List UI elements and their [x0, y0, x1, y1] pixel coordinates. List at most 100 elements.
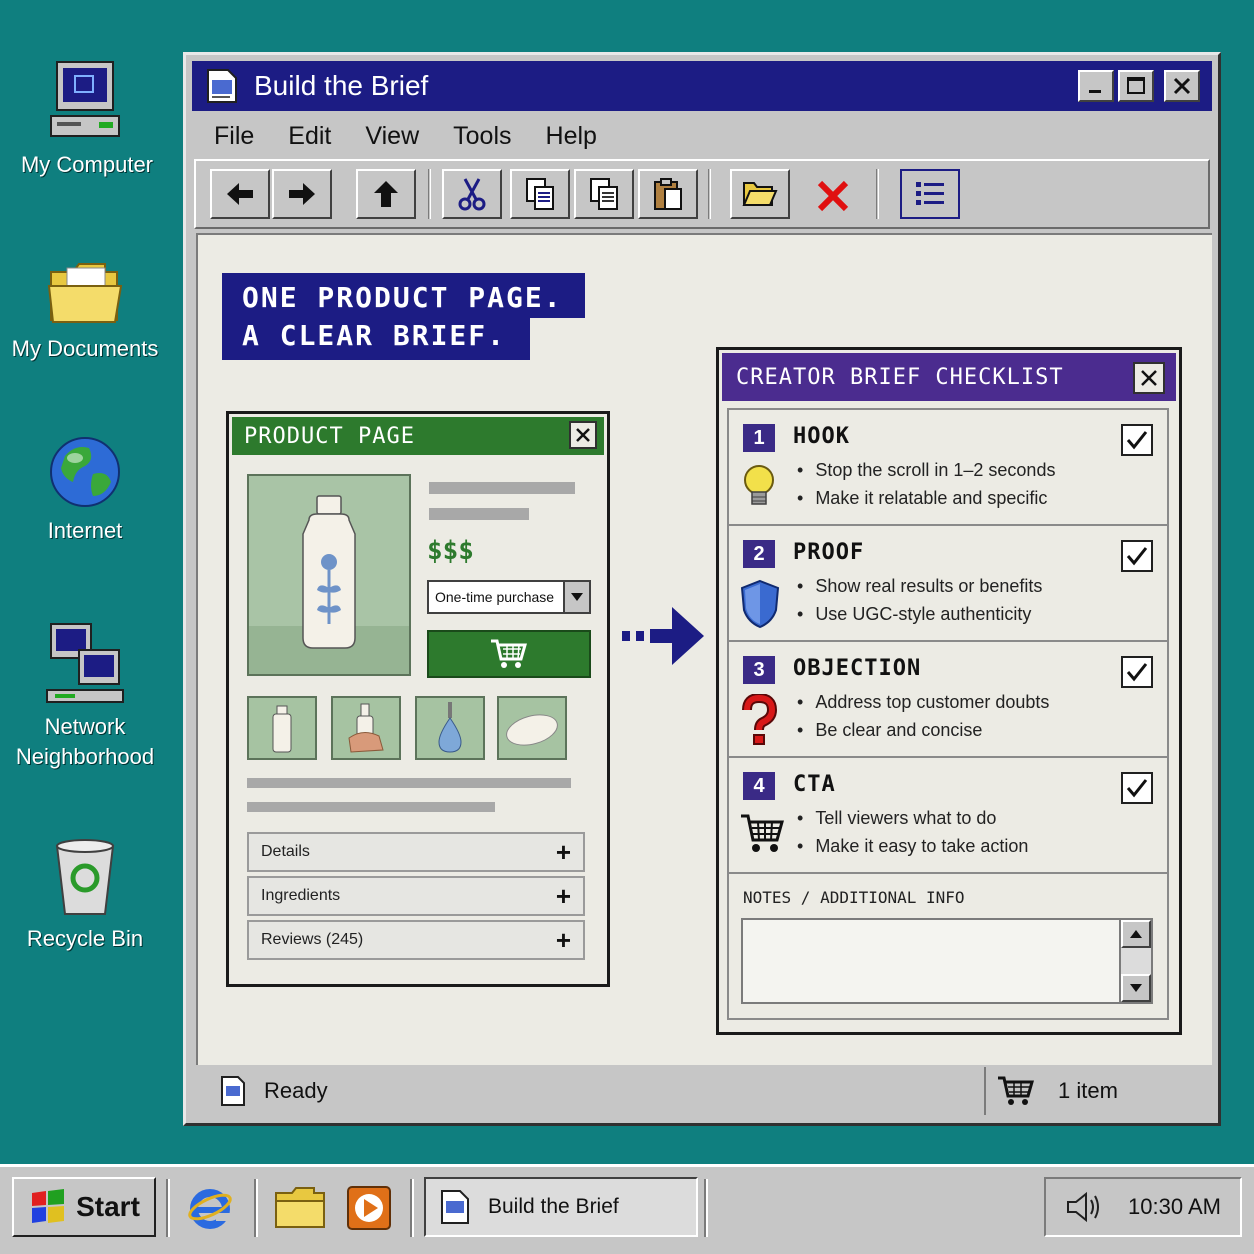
quicklaunch-folder[interactable] — [274, 1185, 326, 1234]
description-placeholder-bar — [247, 802, 495, 812]
accordion-ingredients[interactable]: Ingredients + — [247, 876, 585, 916]
dropdown-button[interactable] — [563, 582, 589, 612]
checkmark-icon — [1126, 547, 1148, 566]
quicklaunch-internet-explorer[interactable] — [186, 1183, 234, 1236]
maximize-icon — [1127, 77, 1145, 94]
delete-button[interactable] — [808, 173, 858, 219]
purchase-option-select[interactable]: One-time purchase — [427, 580, 591, 614]
chevron-up-icon — [1130, 930, 1142, 938]
cart-status-section: 1 item — [984, 1067, 1210, 1115]
section-bullet: Stop the scroll in 1–2 seconds — [797, 460, 1055, 481]
cart-count: 1 item — [1058, 1078, 1118, 1103]
section-bullet: Be clear and concise — [797, 720, 982, 741]
section-bullet: Make it relatable and specific — [797, 488, 1047, 509]
section-bullet: Address top customer doubts — [797, 692, 1049, 713]
toolbar-separator — [876, 169, 879, 219]
folder-icon — [275, 1187, 325, 1228]
thumbnail-cream-swatch[interactable] — [497, 696, 567, 760]
back-button[interactable] — [210, 169, 270, 219]
toolbar — [194, 159, 1210, 229]
scroll-down-button[interactable] — [1121, 974, 1151, 1002]
thumbnail-hand-dropper[interactable] — [331, 696, 401, 760]
speaker-icon[interactable] — [1064, 1190, 1104, 1224]
product-page-title-bar: PRODUCT PAGE — [232, 417, 604, 455]
title-bar[interactable]: Build the Brief — [192, 61, 1212, 111]
copy-button[interactable] — [510, 169, 570, 219]
copy-alt-button[interactable] — [574, 169, 634, 219]
section-checkbox[interactable] — [1121, 656, 1153, 688]
taskbar-separator — [166, 1179, 170, 1237]
thumbnail-bottle[interactable] — [247, 696, 317, 760]
clock: 10:30 AM — [1128, 1194, 1221, 1219]
thumbnail-droplet[interactable] — [415, 696, 485, 760]
menu-view[interactable]: View — [365, 122, 419, 151]
desktop-icon-internet[interactable]: Internet — [10, 430, 160, 546]
forward-button[interactable] — [272, 169, 332, 219]
toolbar-separator — [428, 169, 431, 219]
menu-tools[interactable]: Tools — [453, 122, 511, 151]
close-icon — [1173, 77, 1191, 95]
purchase-option-value: One-time purchase — [435, 589, 555, 605]
shield-icon — [740, 579, 780, 629]
plus-icon: + — [555, 924, 571, 955]
cut-button[interactable] — [442, 169, 502, 219]
taskbar-window-button[interactable]: Build the Brief — [424, 1177, 698, 1237]
menu-file[interactable]: File — [214, 122, 254, 151]
scroll-up-button[interactable] — [1121, 920, 1151, 948]
accordion-details[interactable]: Details + — [247, 832, 585, 872]
headline-line-2: A CLEAR BRIEF. — [222, 315, 531, 360]
section-checkbox[interactable] — [1121, 424, 1153, 456]
open-folder-button[interactable] — [730, 169, 790, 219]
notes-scrollbar[interactable] — [1119, 920, 1151, 1002]
product-page-close-button[interactable] — [569, 421, 597, 449]
taskbar-window-label: Build the Brief — [488, 1195, 619, 1218]
accordion-label: Ingredients — [261, 887, 341, 904]
system-tray: 10:30 AM — [1044, 1177, 1242, 1237]
paste-button[interactable] — [638, 169, 698, 219]
section-checkbox[interactable] — [1121, 540, 1153, 572]
desktop-icon-my-computer[interactable]: My Computer — [12, 58, 162, 180]
section-checkbox[interactable] — [1121, 772, 1153, 804]
taskbar-separator — [704, 1179, 708, 1237]
desktop-icon-recycle-bin[interactable]: Recycle Bin — [10, 834, 160, 954]
internet-explorer-icon — [188, 1189, 232, 1229]
checklist-close-button[interactable] — [1133, 362, 1165, 394]
maximize-button[interactable] — [1118, 70, 1154, 102]
menu-bar: File Edit View Tools Help — [192, 115, 609, 157]
start-button[interactable]: Start — [12, 1177, 156, 1237]
accordion-reviews[interactable]: Reviews (245) + — [247, 920, 585, 960]
checklist-window: CREATOR BRIEF CHECKLIST 1 HOOK • Stop th… — [716, 347, 1182, 1035]
quicklaunch-media-player[interactable] — [346, 1185, 392, 1236]
add-to-cart-button[interactable] — [427, 630, 591, 678]
document-icon — [221, 1076, 245, 1106]
checkmark-icon — [1126, 779, 1148, 798]
menu-edit[interactable]: Edit — [288, 122, 331, 151]
desktop-icon-label: Recycle Bin — [26, 926, 144, 951]
up-button[interactable] — [356, 169, 416, 219]
forward-arrow-icon — [289, 183, 315, 205]
plus-icon: + — [555, 880, 571, 911]
checklist-title: CREATOR BRIEF CHECKLIST — [736, 364, 1064, 390]
status-bar: Ready 1 item — [196, 1067, 1212, 1115]
up-arrow-icon — [374, 181, 398, 207]
delete-icon — [817, 180, 849, 212]
chevron-down-icon — [571, 593, 583, 601]
close-button[interactable] — [1164, 70, 1200, 102]
plus-icon: + — [555, 836, 571, 867]
desktop-icon-network-neighborhood[interactable]: Network Neighborhood — [10, 620, 160, 772]
toolbar-separator — [708, 169, 711, 219]
description-placeholder-bar — [247, 778, 571, 788]
cart-icon — [998, 1076, 1034, 1105]
desktop-icon-my-documents[interactable]: My Documents — [10, 258, 160, 364]
list-view-button[interactable] — [900, 169, 960, 219]
minimize-button[interactable] — [1078, 70, 1114, 102]
section-bullet: Make it easy to take action — [797, 836, 1028, 857]
checklist-section-hook: 1 HOOK Stop the scroll in 1–2 seconds Ma… — [729, 410, 1167, 526]
menu-help[interactable]: Help — [546, 122, 597, 151]
section-number: 3 — [743, 656, 775, 684]
checklist-section-cta: 4 CTA Tell viewers what to do Make it ea… — [729, 758, 1167, 874]
folder-icon — [47, 263, 123, 323]
notes-field[interactable] — [741, 918, 1153, 1004]
flow-arrow-icon — [622, 607, 704, 665]
open-folder-icon — [742, 182, 778, 206]
